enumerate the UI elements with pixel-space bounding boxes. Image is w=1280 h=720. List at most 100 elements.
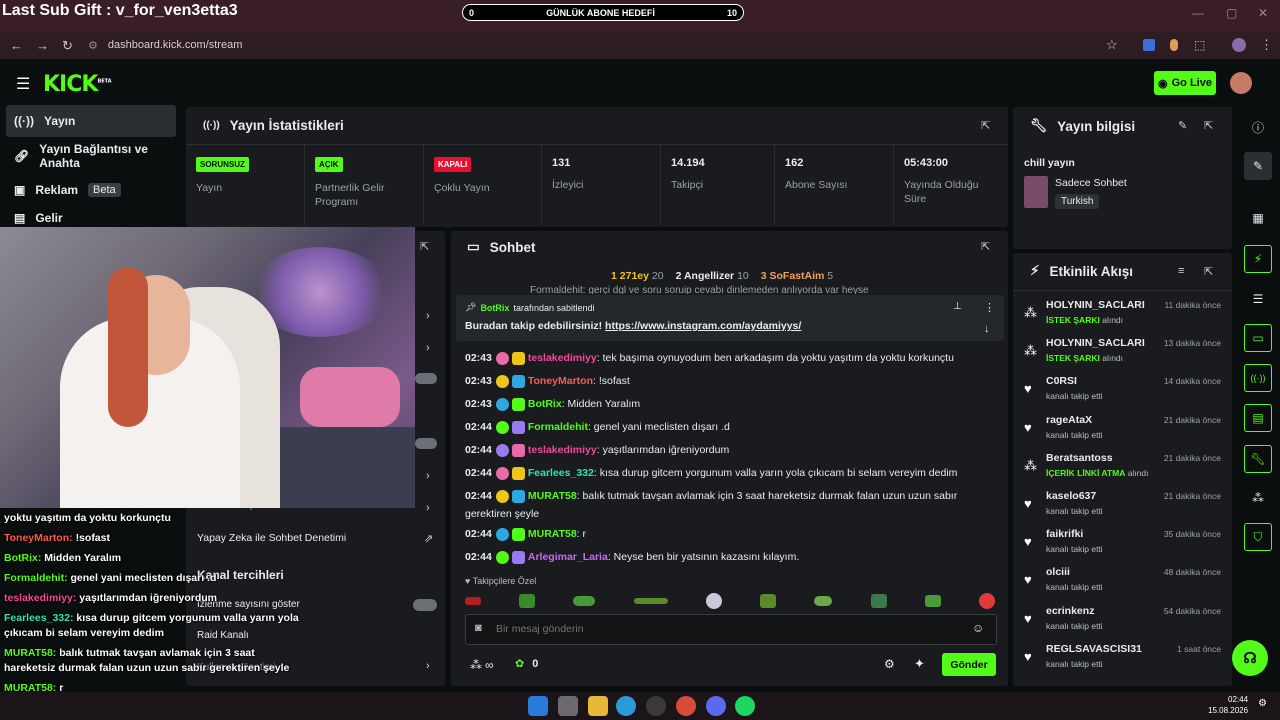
external-link-icon[interactable]: ⇗: [424, 532, 433, 545]
event-item[interactable]: ♥ rageAtaX kanalı takip etti 21 dakika önce: [1024, 414, 1224, 452]
spotify-icon[interactable]: [735, 696, 755, 716]
chat-username[interactable]: Formaldehit: [528, 421, 588, 433]
chat-username[interactable]: MURAT58: [528, 490, 577, 502]
mod-tools-icon[interactable]: ✦: [914, 656, 925, 672]
settings-gear-icon[interactable]: ⚙: [884, 657, 895, 671]
edit-icon[interactable]: ✎: [1178, 119, 1187, 132]
pinned-link[interactable]: https://www.instagram.com/aydamiyys/: [605, 320, 801, 332]
emote[interactable]: [573, 596, 596, 606]
card-icon[interactable]: ▦: [1244, 204, 1272, 232]
event-user[interactable]: kaselo637: [1046, 490, 1096, 502]
leader-2[interactable]: 2 Angellizer 10: [676, 270, 749, 282]
event-user[interactable]: C0RSI: [1046, 375, 1077, 387]
chevron-right-icon[interactable]: ›: [426, 470, 430, 482]
bolt-icon[interactable]: ⚡︎: [1244, 245, 1272, 273]
event-item[interactable]: ⁂ HOLYNIN_SACLARI İSTEK ŞARKI alındı 11 dak…: [1024, 299, 1224, 337]
emote[interactable]: [978, 593, 995, 609]
kick-logo[interactable]: KICKBETA: [43, 72, 112, 97]
emoji-icon[interactable]: ☺: [972, 621, 984, 635]
users-icon[interactable]: ⁂: [1244, 484, 1272, 512]
chrome-icon[interactable]: [676, 696, 696, 716]
popout-icon[interactable]: ⇱: [981, 119, 990, 132]
emote[interactable]: [705, 593, 722, 609]
browser-menu-icon[interactable]: ⋮: [1260, 37, 1273, 53]
layout-icon[interactable]: ▤: [1244, 404, 1272, 432]
event-user[interactable]: HOLYNIN_SACLARI: [1046, 337, 1145, 349]
reload-icon[interactable]: ↻: [62, 38, 73, 54]
back-icon[interactable]: ←: [10, 38, 23, 53]
leader-3[interactable]: 3 SoFastAim 5: [761, 270, 833, 282]
emote[interactable]: [924, 595, 941, 607]
leader-1[interactable]: 1 271ey 20: [611, 270, 664, 282]
chevron-right-icon[interactable]: ›: [426, 502, 430, 514]
sidebar-item-stream-key[interactable]: 🔗︎ Yayın Bağlantısı ve Anahta: [6, 140, 190, 172]
event-item[interactable]: ♥ olciii kanalı takip etti 48 dakika önce: [1024, 566, 1224, 604]
sidebar-item-revenue[interactable]: ▤ Gelir: [6, 208, 176, 226]
popout-icon[interactable]: ⇱: [420, 240, 429, 253]
event-user[interactable]: REGLSAVASCISI31: [1046, 643, 1142, 655]
event-item[interactable]: ♥ REGLSAVASCISI31 kanalı takip etti 1 saat …: [1024, 643, 1224, 681]
event-user[interactable]: Beratsantoss: [1046, 452, 1113, 464]
discord-icon[interactable]: [706, 696, 726, 716]
chat-username[interactable]: ToneyMarton: [528, 375, 593, 387]
notification-icon[interactable]: ⚙: [1258, 698, 1267, 709]
clock[interactable]: 02:44 15.08.2026: [1208, 694, 1248, 716]
maximize-icon[interactable]: ▢: [1226, 6, 1237, 20]
popout-icon[interactable]: ⇱: [1204, 265, 1213, 278]
emote[interactable]: [814, 596, 833, 606]
close-icon[interactable]: ✕: [1258, 6, 1268, 20]
chat-username[interactable]: BotRix: [528, 398, 562, 410]
pinned-by-user[interactable]: BotRix: [480, 303, 509, 313]
support-headset-icon[interactable]: ☊: [1232, 640, 1268, 676]
site-info-icon[interactable]: ⚙: [88, 39, 98, 52]
extensions-puzzle-icon[interactable]: ⬚: [1194, 38, 1205, 52]
channel-points[interactable]: ✿ 0: [515, 657, 538, 671]
shield-icon[interactable]: ⛉: [1244, 523, 1272, 551]
chat-username[interactable]: MURAT58: [528, 528, 577, 540]
event-user[interactable]: olciii: [1046, 566, 1070, 578]
event-item[interactable]: ♥ C0RSI kanalı takip etti 14 dakika önce: [1024, 375, 1224, 413]
chat-message-input[interactable]: [496, 620, 956, 638]
extension-icon[interactable]: [1170, 39, 1178, 51]
wrench-icon[interactable]: 🔧︎: [1244, 445, 1272, 473]
info-icon[interactable]: ⓘ: [1244, 113, 1272, 141]
task-view-icon[interactable]: [558, 696, 578, 716]
event-user[interactable]: HOLYNIN_SACLARI: [1046, 299, 1145, 311]
file-explorer-icon[interactable]: [588, 696, 608, 716]
profile-avatar[interactable]: [1232, 38, 1246, 52]
sidebar-item-yayin[interactable]: ((·)) Yayın: [6, 105, 176, 137]
filter-icon[interactable]: ≡: [1178, 265, 1184, 277]
emote[interactable]: [760, 594, 777, 608]
emote[interactable]: [633, 598, 668, 604]
unpin-icon[interactable]: ⊥: [953, 301, 962, 312]
bookmark-star-icon[interactable]: ☆: [1106, 37, 1118, 53]
event-user[interactable]: rageAtaX: [1046, 414, 1092, 426]
chat-username[interactable]: Fearlees_332: [528, 467, 594, 479]
emote[interactable]: [465, 597, 481, 605]
chat-icon[interactable]: ▭: [1244, 324, 1272, 352]
address-bar[interactable]: ⚙ dashboard.kick.com/stream: [88, 36, 1128, 54]
emote[interactable]: [870, 594, 887, 608]
chevron-right-icon[interactable]: ›: [426, 660, 430, 672]
chevron-right-icon[interactable]: ›: [426, 342, 430, 354]
chat-username[interactable]: Arlegimar_Laria: [528, 551, 608, 563]
event-item[interactable]: ⁂ HOLYNIN_SACLARI İSTEK ŞARKI alındı 13 dak…: [1024, 337, 1224, 375]
obs-icon[interactable]: [646, 696, 666, 716]
edit-icon[interactable]: ✎: [1244, 152, 1272, 180]
broadcast-icon[interactable]: ((·)): [1244, 364, 1272, 392]
emote[interactable]: [519, 594, 536, 608]
event-item[interactable]: ♥ faikrifki kanalı takip etti 35 dakika önc…: [1024, 528, 1224, 566]
minimize-icon[interactable]: —: [1192, 6, 1204, 20]
chat-username[interactable]: teslakedimiyy: [528, 444, 597, 456]
translate-extension-icon[interactable]: [1143, 39, 1155, 51]
list-icon[interactable]: ☰: [1244, 285, 1272, 313]
event-user[interactable]: ecrinkenz: [1046, 605, 1094, 617]
event-user[interactable]: faikrifki: [1046, 528, 1083, 540]
chevron-right-icon[interactable]: ›: [426, 310, 430, 322]
edge-icon[interactable]: [616, 696, 636, 716]
view-count-toggle[interactable]: [413, 599, 437, 611]
popout-icon[interactable]: ⇱: [981, 240, 990, 253]
event-item[interactable]: ♥ kaselo637 kanalı takip etti 21 dakika önc…: [1024, 490, 1224, 528]
start-icon[interactable]: [528, 696, 548, 716]
toggle-switch[interactable]: [415, 373, 437, 384]
